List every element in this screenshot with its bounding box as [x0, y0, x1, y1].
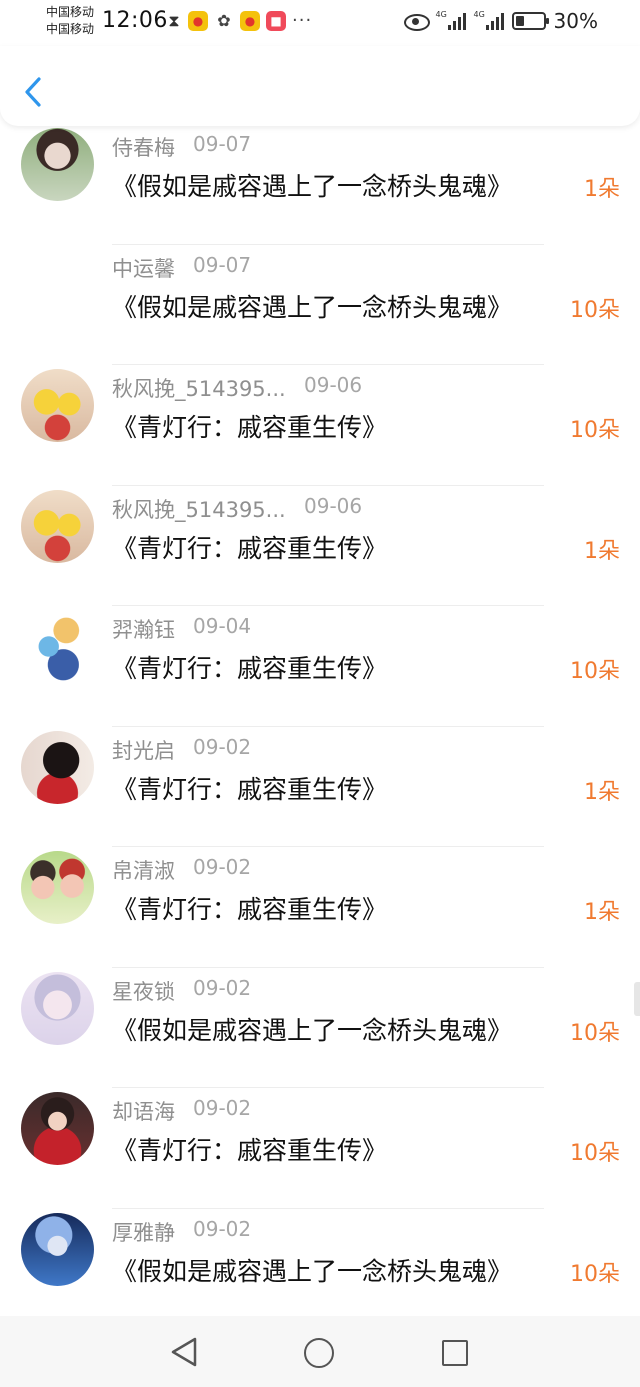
carrier-2: 中国移动	[46, 22, 95, 36]
gift-record-list: 侍春梅 09-07 《假如是戚容遇上了一念桥头鬼魂》 1朵 中运馨 09-07 《假如是戚容…	[0, 124, 640, 1329]
avatar[interactable]	[21, 489, 94, 563]
list-item[interactable]: 厚雅静 09-02 《假如是戚容遇上了一念桥头鬼魂》 10朵	[0, 1209, 640, 1329]
weibo-icon: ●	[188, 10, 208, 31]
flower-count: 10朵	[570, 1020, 620, 1046]
book-title[interactable]: 《青灯行：戚容重生传》	[112, 890, 387, 926]
list-item[interactable]: 帛清淑 09-02 《青灯行：戚容重生传》 1朵	[0, 847, 640, 968]
wechat-icon: ✿	[217, 11, 231, 30]
book-title[interactable]: 《青灯行：戚容重生传》	[112, 529, 387, 565]
flower-count: 10朵	[570, 418, 620, 443]
battery-percent: 30%	[553, 9, 598, 33]
flower-count: 10朵	[570, 659, 620, 684]
book-title[interactable]: 《青灯行：戚容重生传》	[112, 649, 387, 685]
record-date: 09-02	[193, 975, 252, 1000]
notification-icons: ⧗ ● ✿ ● ■ ···	[166, 10, 312, 31]
book-title[interactable]: 《假如是戚容遇上了一念桥头鬼魂》	[112, 167, 512, 203]
user-name[interactable]: 封光启	[112, 735, 175, 765]
more-notifications-icon: ···	[292, 10, 313, 31]
book-title[interactable]: 《假如是戚容遇上了一念桥头鬼魂》	[112, 288, 512, 324]
avatar[interactable]	[21, 851, 94, 924]
weibo-icon: ●	[240, 10, 260, 31]
record-date: 09-06	[304, 373, 363, 397]
flower-count: 1朵	[584, 177, 620, 202]
carrier-info: 中国移动 中国移动	[46, 4, 94, 38]
battery-icon	[511, 12, 549, 30]
avatar[interactable]	[21, 730, 94, 804]
user-name[interactable]: 中运馨	[112, 253, 175, 283]
record-date: 09-02	[193, 1216, 252, 1241]
record-date: 09-02	[193, 1096, 252, 1120]
avatar[interactable]	[21, 610, 94, 683]
eye-icon	[403, 13, 430, 31]
flower-count: 1朵	[584, 779, 620, 805]
network-type-label: 4G	[473, 10, 485, 19]
flower-count: 10朵	[570, 297, 620, 323]
status-time: 12:06	[102, 8, 168, 33]
book-title[interactable]: 《青灯行：戚容重生传》	[112, 1131, 387, 1167]
user-name[interactable]: 却语海	[112, 1096, 175, 1126]
top-bar	[0, 46, 640, 126]
system-nav-bar	[0, 1316, 640, 1387]
list-item[interactable]: 中运馨 09-07 《假如是戚容遇上了一念桥头鬼魂》 10朵	[0, 245, 640, 365]
signal-icon: 4G	[435, 10, 466, 30]
nav-recents-icon[interactable]	[442, 1340, 468, 1366]
network-type-label: 4G	[435, 10, 447, 19]
scrollbar[interactable]	[634, 982, 640, 1016]
avatar[interactable]	[21, 369, 94, 442]
list-item[interactable]: 星夜锁 09-02 《假如是戚容遇上了一念桥头鬼魂》 10朵	[0, 968, 640, 1088]
user-name[interactable]: 侍春梅	[112, 132, 175, 162]
list-item[interactable]: 秋风挽_514395... 09-06 《青灯行：戚容重生传》 1朵	[0, 486, 640, 606]
user-name[interactable]: 秋风挽_514395...	[112, 373, 286, 403]
list-item[interactable]: 封光启 09-02 《青灯行：戚容重生传》 1朵	[0, 727, 640, 847]
book-title[interactable]: 《假如是戚容遇上了一念桥头鬼魂》	[112, 1252, 512, 1288]
nav-home-icon[interactable]	[304, 1338, 334, 1368]
hourglass-icon: ⧗	[168, 10, 180, 30]
list-item[interactable]: 却语海 09-02 《青灯行：戚容重生传》 10朵	[0, 1088, 640, 1209]
nav-back-icon[interactable]	[170, 1336, 198, 1368]
user-name[interactable]: 秋风挽_514395...	[112, 494, 286, 524]
list-item[interactable]: 侍春梅 09-07 《假如是戚容遇上了一念桥头鬼魂》 1朵	[0, 124, 640, 245]
record-date: 09-06	[304, 493, 363, 518]
carrier-1: 中国移动	[46, 5, 95, 19]
system-icons: 4G 4G 30%	[403, 9, 598, 33]
user-name[interactable]: 羿瀚钰	[112, 614, 175, 644]
status-bar: 中国移动 中国移动 12:06 ⧗ ● ✿ ● ■ ··· 4G 4G 30%	[0, 0, 640, 46]
avatar[interactable]	[21, 1092, 94, 1165]
signal-icon: 4G	[473, 10, 504, 30]
record-date: 09-04	[193, 614, 252, 638]
list-item[interactable]: 秋风挽_514395... 09-06 《青灯行：戚容重生传》 10朵	[0, 365, 640, 486]
book-title[interactable]: 《假如是戚容遇上了一念桥头鬼魂》	[112, 1011, 512, 1047]
chevron-left-icon[interactable]	[22, 76, 46, 108]
book-title[interactable]: 《青灯行：戚容重生传》	[112, 770, 387, 806]
book-title[interactable]: 《青灯行：戚容重生传》	[112, 408, 387, 444]
app-notification-icon: ■	[266, 10, 286, 31]
avatar[interactable]	[21, 128, 94, 201]
flower-count: 10朵	[570, 1141, 620, 1166]
avatar[interactable]	[21, 1212, 94, 1286]
list-item[interactable]: 羿瀚钰 09-04 《青灯行：戚容重生传》 10朵	[0, 606, 640, 727]
record-date: 09-07	[193, 132, 252, 156]
user-name[interactable]: 星夜锁	[112, 976, 175, 1006]
avatar[interactable]	[21, 971, 94, 1045]
user-name[interactable]: 帛清淑	[112, 855, 175, 885]
flower-count: 1朵	[584, 900, 620, 925]
battery-fill	[515, 16, 524, 26]
record-date: 09-07	[193, 252, 252, 277]
user-name[interactable]: 厚雅静	[112, 1217, 175, 1247]
record-date: 09-02	[193, 734, 252, 759]
flower-count: 1朵	[584, 538, 620, 564]
flower-count: 10朵	[570, 1261, 620, 1287]
record-date: 09-02	[193, 855, 252, 879]
